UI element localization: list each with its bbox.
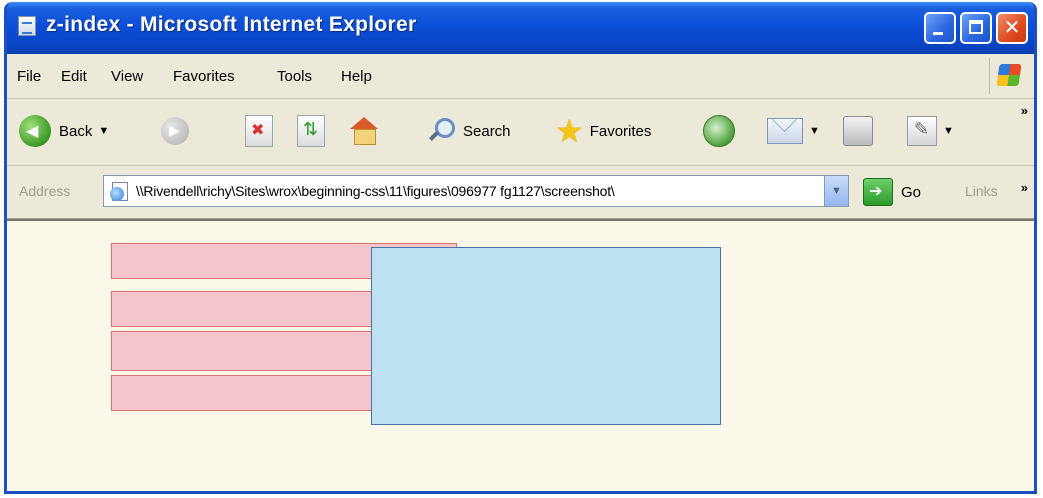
edit-dropdown-icon[interactable]: ▼ <box>943 125 954 137</box>
blue-box <box>371 247 721 425</box>
menu-file[interactable]: File <box>17 68 41 85</box>
standard-toolbar: Back ▼ Search ★ Favorites ▼ <box>7 99 1034 166</box>
menu-favorites[interactable]: Favorites <box>173 68 235 85</box>
refresh-icon <box>297 115 325 147</box>
print-button[interactable] <box>843 113 873 149</box>
stop-button[interactable] <box>245 113 273 149</box>
minimize-button[interactable] <box>924 12 956 44</box>
forward-button[interactable] <box>161 113 189 149</box>
ie-page-icon <box>18 16 36 36</box>
window-title: z-index - Microsoft Internet Explorer <box>46 13 417 36</box>
media-button[interactable] <box>703 113 735 149</box>
favorites-button[interactable]: ★ Favorites <box>555 113 651 149</box>
home-icon <box>347 115 379 147</box>
address-label: Address <box>19 183 71 199</box>
stop-icon <box>245 115 273 147</box>
links-overflow-chevron[interactable]: » <box>1021 180 1028 195</box>
search-button[interactable]: Search <box>425 113 511 149</box>
address-dropdown-icon[interactable]: ▼ <box>824 176 848 206</box>
address-url: \\Rivendell\richy\Sites\wrox\beginning-c… <box>136 183 615 199</box>
maximize-button[interactable] <box>960 12 992 44</box>
edit-button[interactable]: ▼ <box>907 113 954 149</box>
menu-help[interactable]: Help <box>341 68 372 85</box>
go-button[interactable]: Go <box>863 178 921 206</box>
go-label: Go <box>901 183 922 201</box>
favorites-label: Favorites <box>589 122 652 140</box>
mail-button[interactable]: ▼ <box>767 113 820 149</box>
maximize-icon <box>962 14 990 42</box>
minimize-icon <box>926 14 954 42</box>
mail-dropdown-icon[interactable]: ▼ <box>809 125 820 137</box>
page-icon <box>110 181 130 201</box>
address-bar: Address \\Rivendell\richy\Sites\wrox\beg… <box>7 166 1034 219</box>
search-label: Search <box>463 122 511 140</box>
search-icon <box>425 116 455 146</box>
close-button[interactable]: ✕ <box>996 12 1028 44</box>
go-arrow-icon <box>863 178 893 206</box>
media-icon <box>703 115 735 147</box>
menu-view[interactable]: View <box>111 68 143 85</box>
back-button[interactable]: Back ▼ <box>19 113 109 149</box>
page-viewport <box>7 219 1034 491</box>
back-label: Back <box>59 122 93 140</box>
address-input[interactable]: \\Rivendell\richy\Sites\wrox\beginning-c… <box>103 175 849 207</box>
menu-edit[interactable]: Edit <box>61 68 87 85</box>
refresh-button[interactable] <box>297 113 325 149</box>
edit-icon <box>907 116 937 146</box>
windows-logo-icon <box>989 58 1026 94</box>
close-icon: ✕ <box>1003 17 1021 39</box>
links-label[interactable]: Links <box>965 183 998 199</box>
back-arrow-icon <box>19 115 51 147</box>
menu-bar: File Edit View Favorites Tools Help <box>7 54 1034 99</box>
toolbar-overflow-chevron[interactable]: » <box>1021 103 1028 118</box>
mail-icon <box>767 118 803 144</box>
title-bar[interactable]: z-index - Microsoft Internet Explorer ✕ <box>7 2 1034 54</box>
browser-window: z-index - Microsoft Internet Explorer ✕ … <box>4 2 1037 494</box>
favorites-star-icon: ★ <box>555 113 584 149</box>
print-icon <box>843 116 873 146</box>
home-button[interactable] <box>347 113 379 149</box>
menu-tools[interactable]: Tools <box>277 68 312 85</box>
back-dropdown-icon[interactable]: ▼ <box>98 125 109 137</box>
forward-arrow-icon <box>161 117 189 145</box>
